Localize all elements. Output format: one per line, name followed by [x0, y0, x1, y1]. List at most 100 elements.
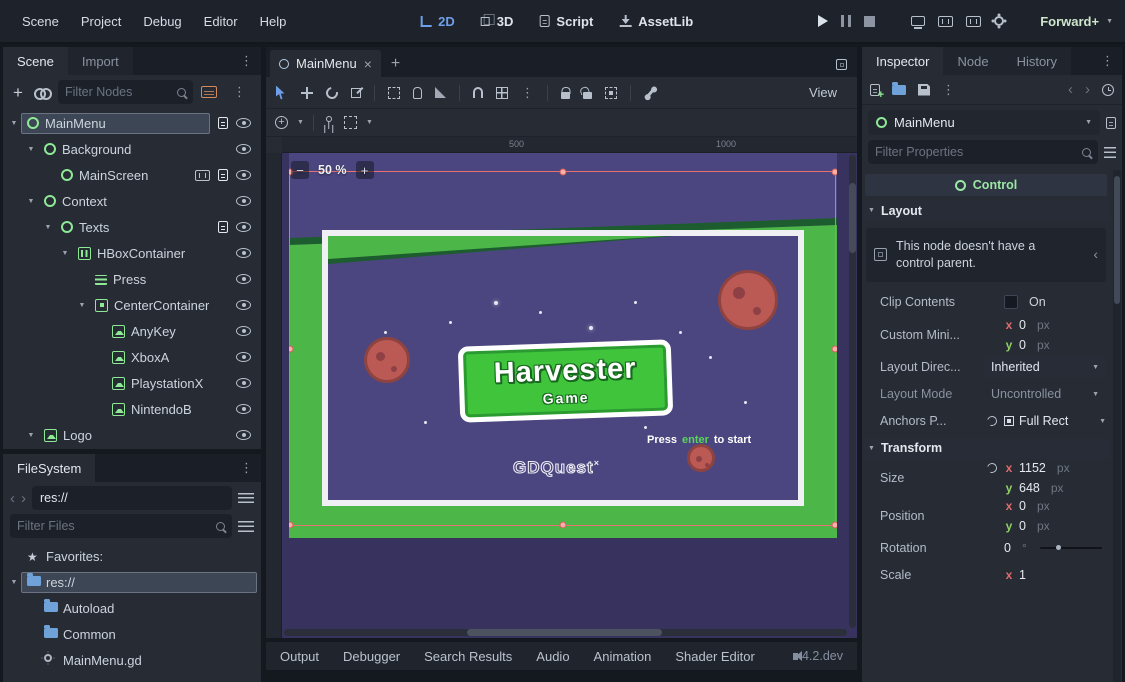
expand-arrow-icon[interactable]: [58, 250, 72, 257]
y-value-field[interactable]: 0: [1019, 519, 1026, 533]
visibility-icon[interactable]: [236, 118, 251, 128]
selection-handle[interactable]: [832, 169, 838, 176]
history-icon[interactable]: [1102, 84, 1114, 96]
panel-search-results[interactable]: Search Results: [424, 649, 512, 664]
snap-grid-menu-icon[interactable]: [344, 116, 357, 129]
path-input[interactable]: [36, 491, 228, 505]
revert-icon[interactable]: [985, 461, 998, 474]
expand-arrow-icon[interactable]: [7, 120, 21, 127]
zoom-in-button[interactable]: [356, 161, 374, 179]
canvas-vscroll-thumb[interactable]: [849, 183, 856, 253]
tree-row-context[interactable]: Context: [3, 188, 261, 214]
history-forward-icon[interactable]: [1085, 81, 1090, 98]
group-icon[interactable]: [605, 87, 617, 99]
close-tab-icon[interactable]: [364, 56, 372, 72]
script-icon[interactable]: [218, 117, 228, 129]
instance-scene-icon[interactable]: [34, 88, 50, 97]
property-filter-icon[interactable]: [1104, 147, 1116, 158]
stop-button[interactable]: [864, 16, 875, 27]
class-header[interactable]: Control: [865, 174, 1107, 196]
collapse-warning-icon[interactable]: [1093, 245, 1098, 264]
workspace-3d-button[interactable]: 3D: [472, 10, 523, 33]
visibility-icon[interactable]: [236, 144, 251, 154]
expand-arrow-icon[interactable]: [24, 198, 38, 205]
fs-row-autoload[interactable]: Autoload: [3, 595, 261, 621]
menu-project[interactable]: Project: [71, 9, 131, 34]
menu-editor[interactable]: Editor: [194, 9, 248, 34]
workspace-assetlib-button[interactable]: AssetLib: [610, 10, 702, 33]
distraction-free-icon[interactable]: [836, 59, 847, 70]
y-value-field[interactable]: 648: [1019, 481, 1040, 495]
visibility-icon[interactable]: [236, 248, 251, 258]
rotate-tool[interactable]: [324, 84, 341, 101]
tab-filesystem[interactable]: FileSystem: [3, 454, 95, 482]
panel-shader-editor[interactable]: Shader Editor: [675, 649, 755, 664]
filter-nodes-input[interactable]: [65, 85, 177, 99]
tree-row-playstationx[interactable]: PlaystationX: [3, 370, 261, 396]
selection-handle[interactable]: [832, 345, 838, 352]
new-resource-icon[interactable]: [870, 84, 880, 96]
selection-handle[interactable]: [832, 522, 838, 529]
zoom-out-button[interactable]: [291, 161, 309, 179]
split-mode-icon[interactable]: [238, 493, 254, 503]
menu-debug[interactable]: Debug: [133, 9, 191, 34]
dock-menu-icon[interactable]: [232, 454, 261, 482]
script-icon[interactable]: [218, 169, 228, 181]
object-dropdown[interactable]: MainMenu: [868, 110, 1100, 135]
panel-output[interactable]: Output: [280, 649, 319, 664]
panel-debugger[interactable]: Debugger: [343, 649, 400, 664]
pan-tool[interactable]: [413, 87, 422, 99]
tree-row-nintendob[interactable]: NintendoB: [3, 396, 261, 422]
lock-icon[interactable]: [561, 92, 570, 99]
play-scene-button[interactable]: [938, 16, 953, 27]
history-back-icon[interactable]: [1068, 81, 1073, 98]
canvas-area[interactable]: Harvester Game Press enter to start GDQu…: [282, 153, 857, 638]
pause-button[interactable]: [841, 15, 851, 27]
visibility-icon[interactable]: [236, 222, 251, 232]
select-tool[interactable]: [276, 86, 288, 100]
group-transform[interactable]: Transform: [862, 438, 1110, 459]
fs-row-mainmenu-gd[interactable]: MainMenu.gd: [3, 647, 261, 673]
tab-node[interactable]: Node: [943, 47, 1002, 75]
scale-tool[interactable]: [351, 88, 361, 98]
snap-options-icon[interactable]: [521, 77, 534, 108]
panel-animation[interactable]: Animation: [594, 649, 652, 664]
new-scene-tab-icon[interactable]: [385, 55, 406, 73]
tab-history[interactable]: History: [1003, 47, 1071, 75]
play-button[interactable]: [818, 15, 828, 27]
x-value-field[interactable]: 1152: [1019, 461, 1046, 475]
film-icon[interactable]: [195, 170, 210, 181]
remote-debug-icon[interactable]: [911, 16, 925, 26]
skeleton-options-icon[interactable]: [646, 88, 655, 98]
nav-back-icon[interactable]: [10, 490, 15, 507]
tab-inspector[interactable]: Inspector: [862, 47, 943, 75]
filter-properties-input[interactable]: [875, 145, 1082, 159]
view-menu[interactable]: View: [809, 85, 847, 100]
menu-help[interactable]: Help: [250, 9, 297, 34]
unlock-icon[interactable]: [583, 92, 592, 99]
x-value-field[interactable]: 1: [1019, 568, 1026, 582]
inspector-scroll-thumb[interactable]: [1114, 176, 1120, 304]
add-node-menu-icon[interactable]: [275, 116, 288, 129]
rotation-slider[interactable]: [1040, 547, 1102, 549]
expand-arrow-icon[interactable]: [24, 432, 38, 439]
tree-row-centercontainer[interactable]: CenterContainer: [3, 292, 261, 318]
visibility-icon[interactable]: [236, 430, 251, 440]
tree-row-mainmenu[interactable]: MainMenu: [3, 110, 261, 136]
tree-row-logo[interactable]: Logo: [3, 422, 261, 448]
visibility-icon[interactable]: [236, 196, 251, 206]
open-docs-icon[interactable]: [1106, 117, 1116, 129]
tab-import[interactable]: Import: [68, 47, 133, 75]
expand-arrow-icon[interactable]: [41, 224, 55, 231]
play-custom-scene-button[interactable]: [966, 16, 981, 27]
zoom-level[interactable]: 50 %: [318, 163, 347, 177]
layout-direction-dropdown[interactable]: Inherited: [984, 356, 1106, 378]
visibility-icon[interactable]: [236, 404, 251, 414]
expand-arrow-icon[interactable]: [7, 579, 21, 586]
smart-snap-icon[interactable]: [473, 87, 483, 98]
nav-forward-icon[interactable]: [21, 490, 26, 507]
revert-icon[interactable]: [985, 415, 998, 428]
panel-audio[interactable]: Audio: [536, 649, 569, 664]
tree-row-anykey[interactable]: AnyKey: [3, 318, 261, 344]
tree-row-texts[interactable]: Texts: [3, 214, 261, 240]
